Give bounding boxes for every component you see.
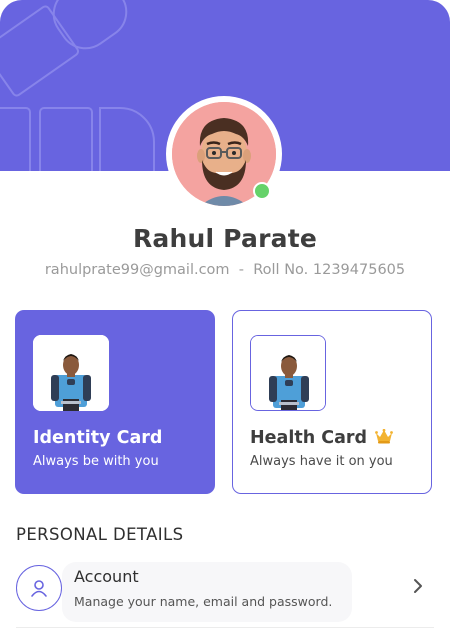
student-photo-image: [33, 335, 109, 411]
identity-card-subtitle: Always be with you: [33, 454, 159, 469]
health-card-subtitle: Always have it on you: [250, 454, 393, 469]
account-row-title: Account: [74, 567, 139, 586]
account-icon-circle: [16, 565, 62, 611]
profile-name: Rahul Parate: [132, 224, 318, 253]
online-status-indicator: [253, 182, 271, 200]
personal-details-heading: PERSONAL DETAILS: [16, 525, 184, 544]
identity-card-title: Identity Card: [33, 428, 163, 448]
separator: -: [229, 262, 254, 278]
health-card-title-text: Health Card: [250, 428, 368, 448]
chevron-right-icon[interactable]: [410, 578, 426, 594]
user-icon: [31, 580, 47, 597]
profile-email: rahulprate99@gmail.com: [44, 262, 230, 278]
identity-card-photo: [33, 335, 109, 411]
identity-card[interactable]: Identity Card Always be with you: [15, 310, 215, 494]
health-card-photo: [250, 335, 326, 411]
student-photo-image: [251, 336, 325, 410]
roll-number: Roll No. 1239475605: [253, 262, 406, 278]
crown-icon: [375, 428, 393, 449]
health-card-title: Health Card: [250, 428, 393, 449]
health-card[interactable]: Health Card Always have it on you: [232, 310, 432, 494]
account-row[interactable]: Account Manage your name, email and pass…: [0, 558, 450, 630]
row-divider: [16, 627, 434, 628]
account-row-subtitle: Manage your name, email and password.: [74, 594, 333, 609]
profile-screen: Rahul Parate rahulprate99@gmail.com - Ro…: [0, 0, 450, 630]
profile-subline: rahulprate99@gmail.com - Roll No. 123947…: [0, 262, 450, 278]
